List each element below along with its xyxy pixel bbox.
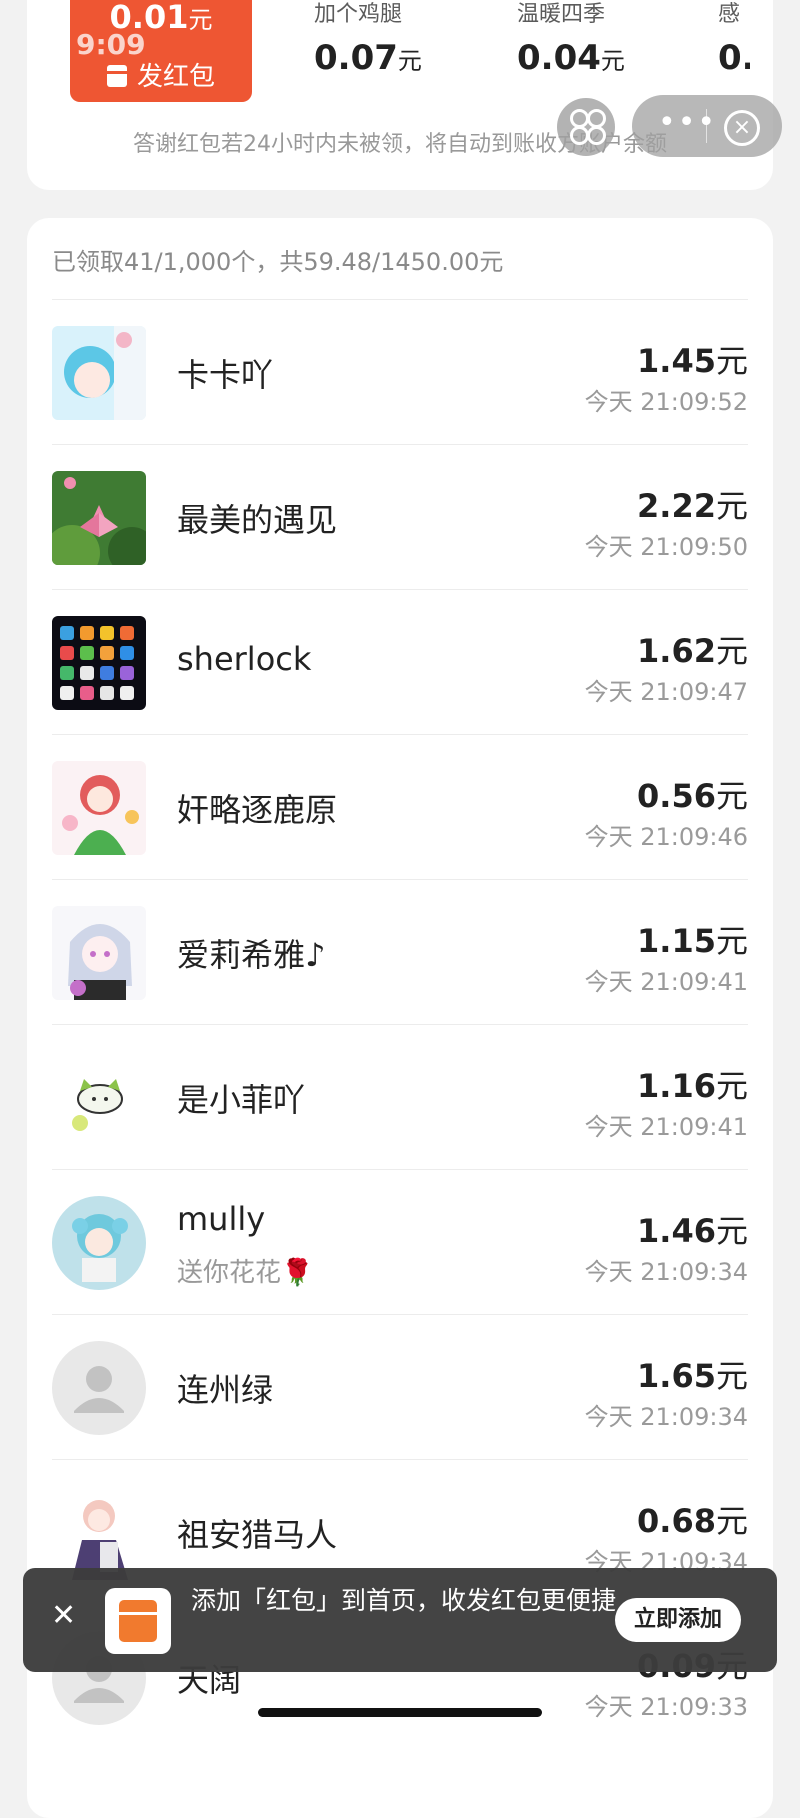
avatar (52, 1051, 146, 1145)
record-row[interactable]: 最美的遇见 2.22元 今天 21:09:50 (52, 444, 748, 589)
mini-program-grid-icon[interactable] (557, 98, 615, 156)
record-row[interactable]: 爱莉希雅♪ 1.15元 今天 21:09:41 (52, 879, 748, 1024)
record-row[interactable]: sherlock 1.62元 今天 21:09:47 (52, 589, 748, 734)
claimer-name: 连州绿 (177, 1371, 274, 1409)
capsule-divider (706, 109, 707, 143)
avatar (52, 616, 146, 710)
claim-time: 今天 21:09:34 (584, 1403, 748, 1431)
red-packet-app-icon (105, 1588, 171, 1654)
more-icon[interactable]: ••• (658, 105, 717, 140)
close-icon[interactable]: × (724, 110, 760, 146)
claim-amount: 1.46元 (637, 1212, 748, 1250)
close-icon[interactable]: ✕ (51, 1598, 76, 1633)
claim-time: 今天 21:09:41 (584, 1113, 748, 1141)
claimer-name: 卡卡吖 (177, 356, 274, 394)
add-now-button[interactable]: 立即添加 (615, 1598, 741, 1642)
record-row[interactable]: 是小菲吖 1.16元 今天 21:09:41 (52, 1024, 748, 1169)
claim-time: 今天 21:09:41 (584, 968, 748, 996)
avatar (52, 471, 146, 565)
claim-amount: 0.68元 (637, 1502, 748, 1540)
send-red-packet-button[interactable]: 0.01元 9:09 发红包 (70, 0, 252, 102)
records-list: 卡卡吖 1.45元 今天 21:09:52 最美的遇见 2.22元 今天 21:… (52, 299, 748, 1749)
claimer-name: 最美的遇见 (177, 501, 338, 539)
option-value: 0.04元 (517, 38, 625, 78)
amount-option[interactable]: 感 0. (718, 0, 750, 78)
claim-time: 今天 21:09:33 (584, 1693, 748, 1721)
claim-amount: 1.45元 (637, 342, 748, 380)
amount-option[interactable]: 温暖四季 0.04元 (517, 0, 625, 78)
avatar (52, 326, 146, 420)
option-value: 0.07元 (314, 38, 422, 78)
claim-amount: 0.56元 (637, 777, 748, 815)
claimer-name: 奸略逐鹿原 (177, 791, 338, 829)
add-to-home-banner: ✕ 添加「红包」到首页，收发红包更便捷 立即添加 (23, 1568, 777, 1672)
claimer-name: 祖安猎马人 (177, 1516, 338, 1554)
option-name: 温暖四季 (517, 2, 606, 27)
claim-time: 今天 21:09:46 (584, 823, 748, 851)
option-name: 感 (718, 2, 741, 27)
claimer-name: 爱莉希雅♪ (177, 936, 326, 974)
red-packet-icon (106, 65, 127, 87)
capsule-menu: ••• × (632, 95, 782, 157)
claim-amount: 1.62元 (637, 632, 748, 670)
claim-time: 今天 21:09:47 (584, 678, 748, 706)
claim-time: 今天 21:09:52 (584, 388, 748, 416)
claim-amount: 2.22元 (637, 487, 748, 525)
claim-amount: 1.65元 (637, 1357, 748, 1395)
avatar (52, 1486, 146, 1580)
record-row[interactable]: 连州绿 1.65元 今天 21:09:34 (52, 1314, 748, 1459)
record-row[interactable]: mully 送你花花🌹 1.46元 今天 21:09:34 (52, 1169, 748, 1314)
avatar (52, 1196, 146, 1290)
claim-amount: 1.15元 (637, 922, 748, 960)
record-row[interactable]: 卡卡吖 1.45元 今天 21:09:52 (52, 299, 748, 444)
record-row[interactable]: 奸略逐鹿原 0.56元 今天 21:09:46 (52, 734, 748, 879)
avatar (52, 906, 146, 1000)
option-name: 加个鸡腿 (314, 2, 403, 27)
banner-text: 添加「红包」到首页，收发红包更便捷 (191, 1586, 617, 1615)
claim-summary: 已领取41/1,000个，共59.48/1450.00元 (52, 248, 504, 276)
default-avatar-icon (52, 1341, 146, 1435)
avatar (52, 761, 146, 855)
claim-amount: 1.16元 (637, 1067, 748, 1105)
claim-time: 今天 21:09:34 (584, 1258, 748, 1286)
amount-option[interactable]: 加个鸡腿 0.07元 (314, 0, 422, 78)
claimer-name: 是小菲吖 (177, 1081, 306, 1119)
claimer-name: sherlock (177, 640, 312, 678)
home-indicator[interactable] (258, 1708, 542, 1717)
claim-time: 今天 21:09:50 (584, 533, 748, 561)
claimer-note: 送你花花🌹 (177, 1258, 314, 1288)
claimer-name: mully (177, 1200, 266, 1238)
send-label: 发红包 (70, 56, 252, 93)
option-value: 0. (718, 38, 750, 78)
